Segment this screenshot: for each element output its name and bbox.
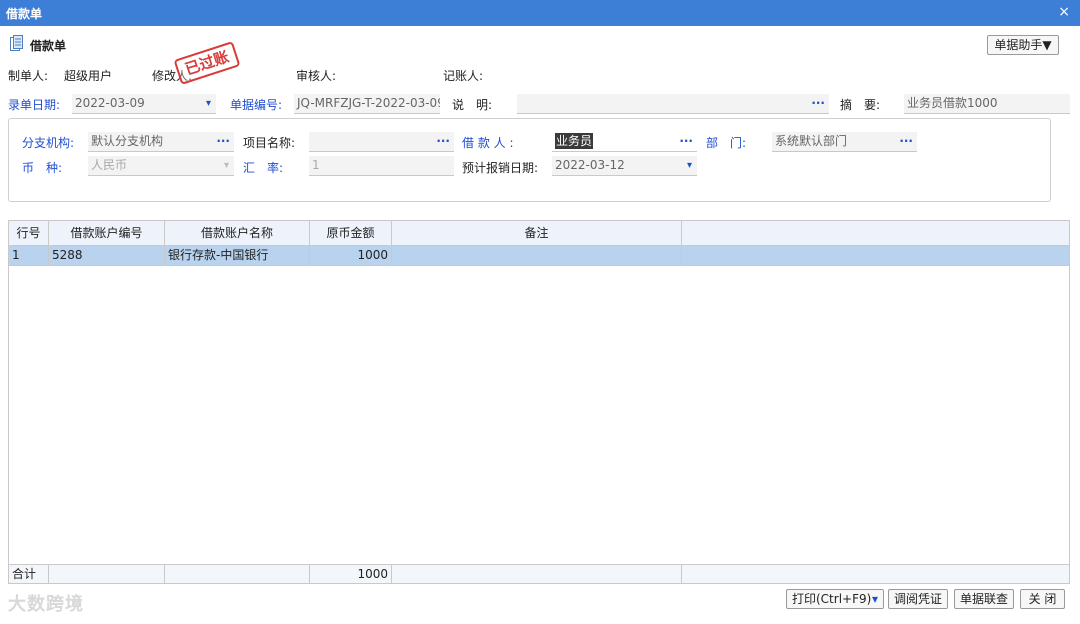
branch-label: 分支机构: — [22, 136, 75, 150]
rate-field: 1 — [309, 156, 454, 176]
currency-field: 人民币 ▾ — [88, 156, 234, 176]
more-icon[interactable]: ··· — [216, 132, 230, 151]
entry-date-label: 录单日期: — [8, 98, 61, 112]
chevron-down-icon[interactable]: ▾ — [687, 156, 692, 175]
footer-empty-cell — [392, 565, 682, 583]
chevron-down-icon[interactable]: ▾ — [206, 94, 211, 113]
document-title: 借款单 — [30, 39, 67, 53]
table-header: 行号 借款账户编号 借款账户名称 原币金额 备注 — [9, 221, 1069, 246]
account-name-cell[interactable]: 银行存款-中国银行 — [165, 246, 310, 265]
amount-cell[interactable]: 1000 — [310, 246, 392, 265]
footer-empty-cell — [49, 565, 165, 583]
project-field[interactable]: ··· — [309, 132, 454, 152]
desc-field[interactable]: ··· — [517, 94, 829, 114]
summary-label: 摘 要: — [840, 98, 881, 112]
column-header-amount: 原币金额 — [310, 221, 392, 245]
window-title: 借款单 — [6, 7, 43, 21]
reviewer-label: 审核人: — [296, 69, 337, 83]
more-icon[interactable]: ··· — [436, 132, 450, 151]
linked-docs-button[interactable]: 单据联查 — [954, 589, 1014, 609]
row-no-cell: 1 — [9, 246, 49, 265]
window-titlebar: 借款单 × — [0, 0, 1080, 26]
expected-date-label: 预计报销日期: — [462, 161, 539, 175]
borrower-field[interactable]: 业务员 ··· — [552, 132, 697, 152]
print-button[interactable]: 打印(Ctrl+F9) ▾ — [786, 589, 884, 609]
maker-value: 超级用户 — [64, 69, 113, 83]
currency-label: 币 种: — [22, 161, 63, 175]
watermark: 大数跨境 — [8, 594, 84, 615]
doc-no-field[interactable]: JQ-MRFZJG-T-2022-03-09 — [294, 94, 440, 114]
more-icon[interactable]: ··· — [811, 94, 825, 113]
column-header-account-name: 借款账户名称 — [165, 221, 310, 245]
document-icon — [10, 35, 23, 54]
close-icon[interactable]: × — [1058, 4, 1070, 20]
more-icon[interactable]: ··· — [679, 132, 693, 151]
loan-detail-table[interactable]: 行号 借款账户编号 借款账户名称 原币金额 备注 1 5288 银行存款-中国银… — [8, 220, 1070, 584]
doc-no-label: 单据编号: — [230, 98, 283, 112]
chevron-down-icon[interactable]: ▾ — [872, 590, 878, 608]
close-button[interactable]: 关 闭 — [1020, 589, 1065, 609]
table-footer: 合计 1000 — [9, 564, 1069, 583]
footer-amount-total: 1000 — [310, 565, 392, 583]
branch-field[interactable]: 默认分支机构 ··· — [88, 132, 234, 152]
project-label: 项目名称: — [243, 136, 296, 150]
doc-helper-button[interactable]: 单据助手▼ — [987, 35, 1059, 55]
account-no-cell[interactable]: 5288 — [49, 246, 165, 265]
entry-date-field[interactable]: 2022-03-09 ▾ — [72, 94, 216, 114]
expected-date-field[interactable]: 2022-03-12 ▾ — [552, 156, 697, 176]
dept-field[interactable]: 系统默认部门 ··· — [772, 132, 917, 152]
more-icon[interactable]: ··· — [899, 132, 913, 151]
table-row[interactable]: 1 5288 银行存款-中国银行 1000 — [9, 246, 1069, 266]
posted-stamp: 已过账 — [173, 41, 241, 85]
maker-label: 制单人: — [8, 69, 49, 83]
footer-total-label: 合计 — [9, 565, 49, 583]
footer-empty-cell — [165, 565, 310, 583]
column-header-account-no: 借款账户编号 — [49, 221, 165, 245]
note-cell[interactable] — [392, 246, 682, 265]
desc-label: 说 明: — [452, 98, 493, 112]
summary-field[interactable]: 业务员借款1000 — [904, 94, 1070, 114]
chevron-down-icon: ▾ — [223, 160, 229, 171]
rate-label: 汇 率: — [243, 161, 284, 175]
dept-label: 部 门: — [706, 136, 747, 150]
borrower-label: 借 款 人 : — [462, 136, 514, 150]
column-header-note: 备注 — [392, 221, 682, 245]
poster-label: 记账人: — [443, 69, 484, 83]
view-voucher-button[interactable]: 调阅凭证 — [888, 589, 948, 609]
column-header-row-no: 行号 — [9, 221, 49, 245]
